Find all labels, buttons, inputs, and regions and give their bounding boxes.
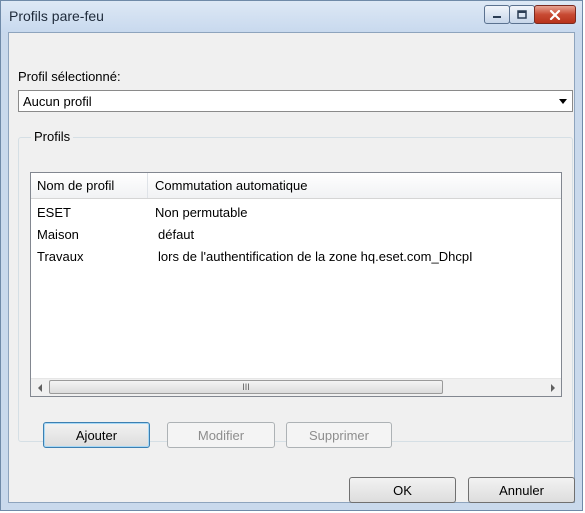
minimize-button[interactable] bbox=[484, 5, 510, 24]
profile-name-cell: Maison bbox=[37, 227, 79, 242]
list-item[interactable]: Travaux lors de l'authentification de la… bbox=[31, 247, 561, 269]
chevron-down-icon bbox=[559, 99, 567, 104]
column-header-profile-name[interactable]: Nom de profil bbox=[31, 173, 148, 198]
selected-profile-value: Aucun profil bbox=[23, 94, 92, 109]
delete-button[interactable]: Supprimer bbox=[286, 422, 392, 448]
add-button[interactable]: Ajouter bbox=[43, 422, 150, 448]
list-item[interactable]: Maison défaut bbox=[31, 225, 561, 247]
title-bar[interactable]: Profils pare-feu bbox=[1, 1, 582, 32]
scrollbar-thumb[interactable]: III bbox=[49, 380, 443, 394]
list-item[interactable]: ESET Non permutable bbox=[31, 203, 561, 225]
edit-button[interactable]: Modifier bbox=[167, 422, 275, 448]
profile-name-cell: ESET bbox=[37, 205, 71, 220]
auto-switching-cell: Non permutable bbox=[155, 205, 248, 220]
cancel-button[interactable]: Annuler bbox=[468, 477, 575, 503]
window-title: Profils pare-feu bbox=[9, 8, 104, 24]
selected-profile-label: Profil sélectionné: bbox=[18, 69, 121, 84]
scroll-right-button[interactable] bbox=[544, 379, 561, 396]
minimize-icon bbox=[493, 15, 501, 18]
auto-switching-cell: lors de l'authentification de la zone hq… bbox=[158, 249, 473, 264]
maximize-button[interactable] bbox=[509, 5, 535, 24]
arrow-left-icon bbox=[37, 383, 42, 392]
dialog-window: Profils pare-feu Profil sélectionné: Auc… bbox=[0, 0, 583, 511]
scroll-left-button[interactable] bbox=[31, 379, 48, 396]
list-header: Nom de profil Commutation automatique bbox=[31, 173, 561, 199]
maximize-icon bbox=[517, 10, 527, 19]
horizontal-scrollbar[interactable]: III bbox=[31, 378, 561, 396]
profiles-group-legend: Profils bbox=[31, 129, 74, 144]
arrow-right-icon bbox=[550, 383, 555, 392]
list-rows: ESET Non permutable Maison défaut Travau… bbox=[31, 203, 561, 269]
close-icon bbox=[549, 9, 561, 20]
auto-switching-cell: défaut bbox=[158, 227, 195, 242]
ok-button[interactable]: OK bbox=[349, 477, 456, 503]
dialog-client-area: Profil sélectionné: Aucun profil Profils… bbox=[8, 32, 575, 503]
selected-profile-dropdown[interactable]: Aucun profil bbox=[18, 90, 573, 112]
profiles-list[interactable]: Nom de profil Commutation automatique ES… bbox=[30, 172, 562, 397]
profile-name-cell: Travaux bbox=[37, 249, 84, 264]
close-button[interactable] bbox=[534, 5, 576, 24]
caption-buttons bbox=[484, 5, 576, 25]
grip-icon: III bbox=[242, 382, 250, 392]
column-header-auto-switching[interactable]: Commutation automatique bbox=[148, 173, 561, 198]
